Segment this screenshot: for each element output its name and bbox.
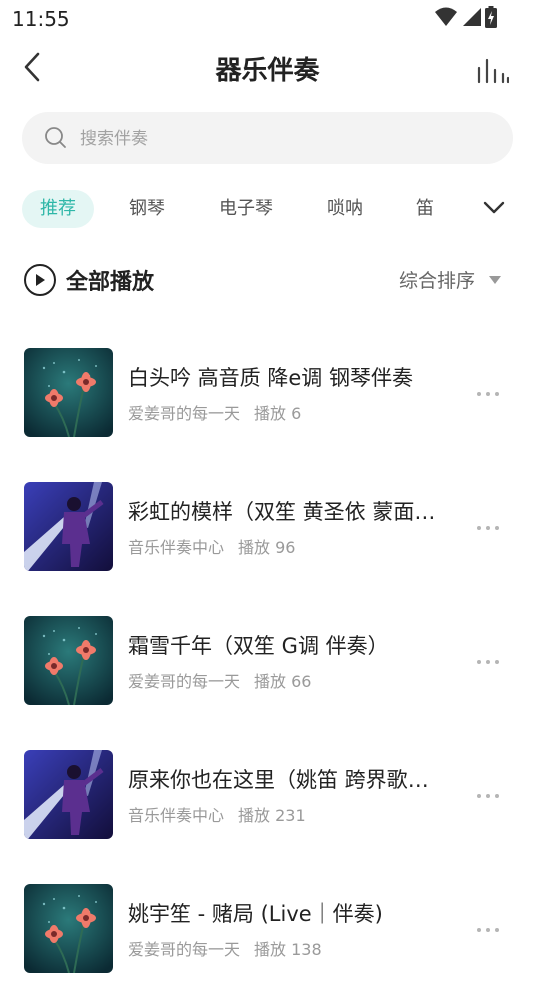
play-count-label: 播放 (238, 538, 271, 557)
song-title: 原来你也在这里（姚笛 跨界歌王 伴奏） (128, 768, 448, 792)
sort-dropdown[interactable]: 综合排序 (399, 266, 501, 293)
album-cover (24, 750, 113, 839)
song-meta: 爱姜哥的每一天 播放 6 (128, 400, 301, 424)
song-meta: 音乐伴奏中心 播放 231 (128, 802, 306, 826)
album-cover (24, 482, 113, 571)
album-cover (24, 884, 113, 973)
album-cover (24, 616, 113, 705)
status-icons (435, 6, 497, 28)
song-row[interactable]: 霜雪千年（双笙 G调 伴奏） 爱姜哥的每一天 播放 66 (0, 592, 535, 726)
wifi-icon (435, 7, 457, 26)
search-icon (45, 127, 66, 148)
song-row[interactable]: 姚宇笙 - 赌局 (Live｜伴奏) 爱姜哥的每一天 播放 138 (0, 860, 535, 994)
play-count-label: 播放 (254, 404, 287, 423)
play-count: 138 (291, 940, 322, 959)
play-count-label: 播放 (238, 806, 271, 825)
battery-icon (485, 6, 497, 28)
song-row[interactable]: 原来你也在这里（姚笛 跨界歌王 伴奏） 音乐伴奏中心播放 231 (0, 726, 535, 860)
play-count: 231 (275, 806, 306, 825)
song-meta: 爱姜哥的每一天 播放 138 (128, 936, 322, 960)
status-time: 11:55 (12, 7, 70, 31)
tab-piano[interactable]: 钢琴 (129, 190, 165, 228)
song-meta: 爱姜哥的每一天 播放 66 (128, 668, 311, 692)
play-count: 6 (291, 404, 302, 423)
search-input[interactable] (78, 112, 482, 166)
more-options-button[interactable] (477, 786, 507, 806)
tab-suona[interactable]: 唢呐 (327, 190, 363, 228)
song-row[interactable]: 彩虹的模样（双笙 黄圣依 蒙面唱将 伴奏） 音乐伴奏中心播放 96 (0, 458, 535, 592)
song-author: 音乐伴奏中心 (128, 806, 225, 825)
play-circle-icon (24, 264, 56, 296)
song-title: 白头吟 高音质 降e调 钢琴伴奏 (128, 366, 413, 390)
equalizer-icon (477, 58, 510, 84)
signal-icon (463, 8, 481, 26)
tab-keyboard[interactable]: 电子琴 (219, 190, 273, 228)
search-bar[interactable] (22, 112, 513, 166)
song-author: 音乐伴奏中心 (128, 538, 225, 557)
tab-recommended[interactable]: 推荐 (22, 190, 94, 228)
status-bar: 11:55 (0, 0, 535, 36)
song-author: 爱姜哥的每一天 (128, 404, 241, 423)
more-options-button[interactable] (477, 652, 507, 672)
play-count-label: 播放 (254, 940, 287, 959)
category-tabs: 推荐 钢琴 电子琴 唢呐 笛 (0, 190, 535, 228)
song-title: 彩虹的模样（双笙 黄圣依 蒙面唱将 伴奏） (128, 500, 448, 524)
page-title: 器乐伴奏 (215, 56, 320, 86)
more-options-button[interactable] (477, 518, 507, 538)
chevron-down-icon (483, 201, 505, 214)
song-row[interactable]: 白头吟 高音质 降e调 钢琴伴奏 爱姜哥的每一天 播放 6 (0, 324, 535, 458)
expand-tabs-button[interactable] (483, 200, 505, 219)
play-all-button[interactable]: 全部播放 (24, 262, 154, 298)
song-title: 霜雪千年（双笙 G调 伴奏） (128, 634, 389, 658)
top-bar: 器乐伴奏 (0, 40, 535, 96)
play-count: 96 (275, 538, 296, 557)
sort-label: 综合排序 (398, 270, 475, 292)
album-cover (24, 348, 113, 437)
play-count-label: 播放 (254, 672, 287, 691)
song-author: 爱姜哥的每一天 (128, 940, 241, 959)
song-title: 姚宇笙 - 赌局 (Live｜伴奏) (128, 902, 383, 926)
more-options-button[interactable] (477, 384, 507, 404)
tab-flute[interactable]: 笛 (416, 190, 434, 228)
song-meta: 音乐伴奏中心 播放 96 (128, 534, 295, 558)
more-options-button[interactable] (477, 920, 507, 940)
song-author: 爱姜哥的每一天 (128, 672, 241, 691)
play-all-label: 全部播放 (66, 270, 155, 295)
equalizer-button[interactable] (477, 56, 510, 86)
play-count: 66 (291, 672, 312, 691)
triangle-down-icon (489, 275, 501, 284)
